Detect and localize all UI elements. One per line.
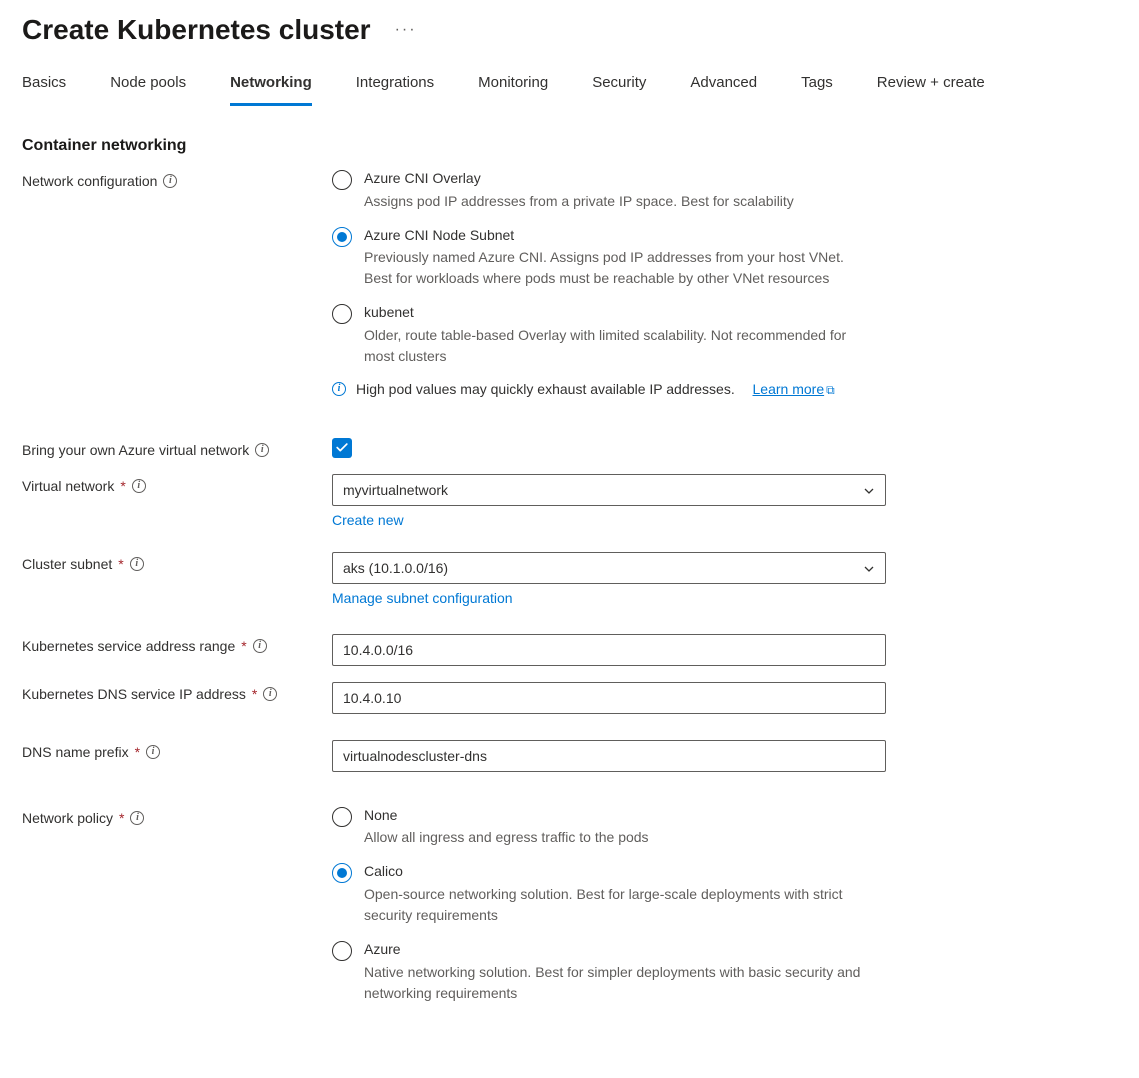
info-icon[interactable]: i — [263, 687, 277, 701]
radio-label: Azure CNI Overlay — [364, 169, 794, 189]
chevron-down-icon — [863, 562, 875, 574]
required-asterisk: * — [252, 686, 257, 702]
external-link-icon: ⧉ — [826, 383, 835, 397]
label-network-policy: Network policy — [22, 810, 113, 826]
callout-text: High pod values may quickly exhaust avai… — [356, 381, 735, 397]
info-icon: i — [332, 382, 346, 396]
label-dns-service-ip: Kubernetes DNS service IP address — [22, 686, 246, 702]
section-heading-container-networking: Container networking — [22, 137, 1117, 155]
more-actions-button[interactable]: ··· — [395, 21, 417, 39]
required-asterisk: * — [119, 810, 124, 826]
radio-description: Older, route table-based Overlay with li… — [364, 325, 874, 367]
wizard-tabs: Basics Node pools Networking Integration… — [22, 64, 1117, 107]
radio-description: Previously named Azure CNI. Assigns pod … — [364, 247, 874, 289]
label-virtual-network: Virtual network — [22, 478, 114, 494]
label-network-configuration: Network configuration — [22, 173, 157, 189]
select-virtual-network[interactable]: myvirtualnetwork — [332, 474, 886, 506]
info-icon[interactable]: i — [146, 745, 160, 759]
tab-advanced[interactable]: Advanced — [690, 64, 757, 106]
radio-policy-calico[interactable] — [332, 863, 352, 883]
required-asterisk: * — [120, 478, 125, 494]
radio-description: Native networking solution. Best for sim… — [364, 962, 874, 1004]
radio-description: Assigns pod IP addresses from a private … — [364, 191, 794, 212]
checkmark-icon — [335, 441, 349, 455]
required-asterisk: * — [135, 744, 140, 760]
label-service-address-range: Kubernetes service address range — [22, 638, 235, 654]
info-icon[interactable]: i — [132, 479, 146, 493]
label-dns-name-prefix: DNS name prefix — [22, 744, 129, 760]
chevron-down-icon — [863, 484, 875, 496]
radio-azure-cni-node-subnet[interactable] — [332, 227, 352, 247]
learn-more-link[interactable]: Learn more — [753, 381, 825, 397]
label-byovnet: Bring your own Azure virtual network — [22, 442, 249, 458]
create-new-vnet-link[interactable]: Create new — [332, 512, 404, 528]
info-icon[interactable]: i — [255, 443, 269, 457]
required-asterisk: * — [241, 638, 246, 654]
radio-label: None — [364, 806, 649, 826]
tab-node-pools[interactable]: Node pools — [110, 64, 186, 106]
label-cluster-subnet: Cluster subnet — [22, 556, 112, 572]
tab-review-create[interactable]: Review + create — [877, 64, 985, 106]
page-title: Create Kubernetes cluster — [22, 14, 371, 46]
radio-description: Open-source networking solution. Best fo… — [364, 884, 874, 926]
input-dns-name-prefix[interactable] — [332, 740, 886, 772]
tab-security[interactable]: Security — [592, 64, 646, 106]
tab-monitoring[interactable]: Monitoring — [478, 64, 548, 106]
radio-policy-azure[interactable] — [332, 941, 352, 961]
tab-networking[interactable]: Networking — [230, 64, 312, 106]
select-value: myvirtualnetwork — [343, 482, 448, 498]
input-dns-service-ip[interactable] — [332, 682, 886, 714]
info-icon[interactable]: i — [130, 557, 144, 571]
radio-description: Allow all ingress and egress traffic to … — [364, 827, 649, 848]
tab-tags[interactable]: Tags — [801, 64, 833, 106]
info-icon[interactable]: i — [253, 639, 267, 653]
radio-label: Azure CNI Node Subnet — [364, 226, 874, 246]
radio-label: Calico — [364, 862, 874, 882]
select-cluster-subnet[interactable]: aks (10.1.0.0/16) — [332, 552, 886, 584]
required-asterisk: * — [118, 556, 123, 572]
input-service-address-range[interactable] — [332, 634, 886, 666]
info-icon[interactable]: i — [130, 811, 144, 825]
radio-kubenet[interactable] — [332, 304, 352, 324]
radio-label: kubenet — [364, 303, 874, 323]
radio-label: Azure — [364, 940, 874, 960]
manage-subnet-link[interactable]: Manage subnet configuration — [332, 590, 513, 606]
tab-integrations[interactable]: Integrations — [356, 64, 434, 106]
checkbox-byovnet[interactable] — [332, 438, 352, 458]
radio-policy-none[interactable] — [332, 807, 352, 827]
radio-azure-cni-overlay[interactable] — [332, 170, 352, 190]
info-icon[interactable]: i — [163, 174, 177, 188]
tab-basics[interactable]: Basics — [22, 64, 66, 106]
select-value: aks (10.1.0.0/16) — [343, 560, 448, 576]
